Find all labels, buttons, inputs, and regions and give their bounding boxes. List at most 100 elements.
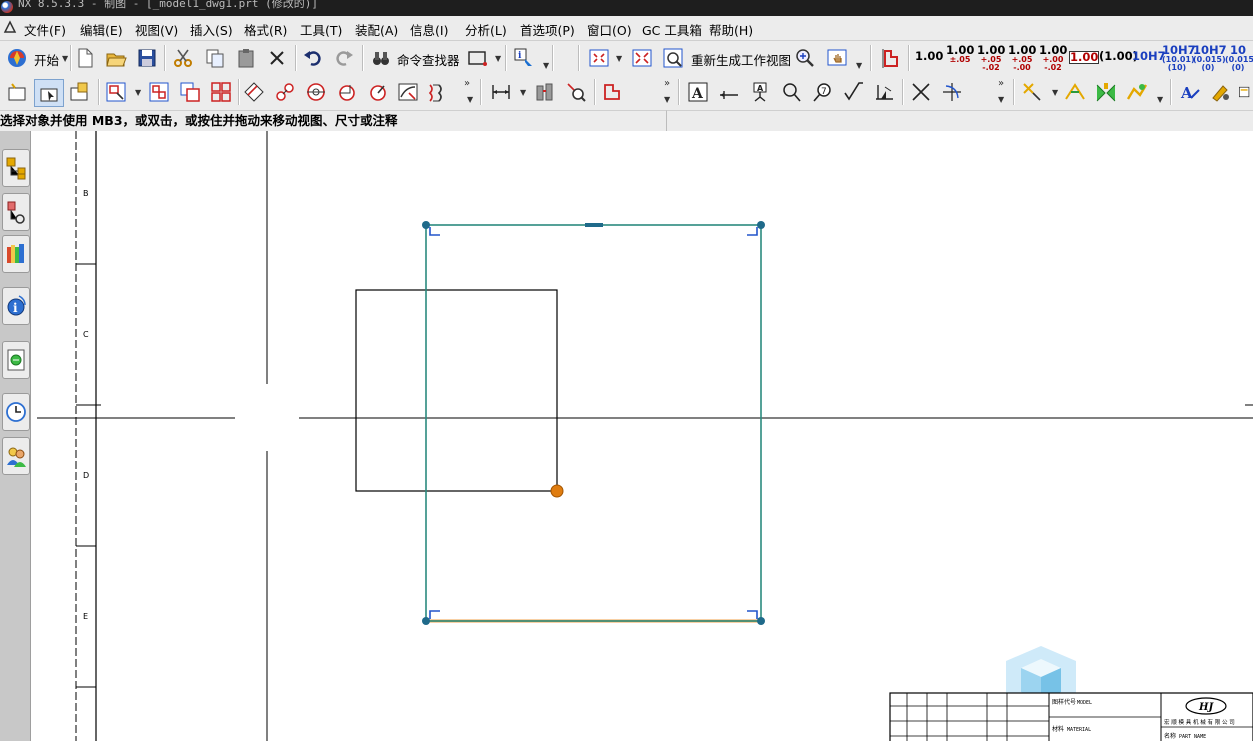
drawing-canvas[interactable]: B C D E 图样代号 MODEL 材料 MATERIAL HJ 宏 顺 模 … (31, 131, 1253, 741)
start-icon[interactable] (5, 46, 29, 70)
tolerance-style-reference[interactable]: (1.00) (1099, 50, 1138, 62)
view-origin-point[interactable] (550, 484, 564, 498)
gc-tool-icon-4[interactable] (1125, 80, 1149, 104)
fit-view-icon[interactable] (587, 46, 611, 70)
datum-feature-symbol-icon[interactable]: A (748, 80, 772, 104)
view-geometry-square[interactable] (355, 289, 558, 492)
tolerance-style-fit-deviation[interactable]: 10H7 (0.015) (0) (1193, 44, 1227, 72)
menu-analysis[interactable]: 分析(L) (465, 20, 507, 39)
toolbar-options-dropdown-icon-2[interactable]: ▼ (664, 95, 670, 104)
gc-tool-icon-2[interactable] (1063, 80, 1087, 104)
command-finder-button[interactable]: 命令查找器 (397, 50, 460, 69)
menu-preferences[interactable]: 首选项(P) (520, 20, 575, 39)
open-sheet-icon[interactable] (34, 79, 64, 107)
delete-icon[interactable] (265, 46, 289, 70)
toolbar-overflow-icon-2[interactable]: » (664, 78, 670, 89)
ordinate-dimension-icon[interactable] (600, 80, 624, 104)
menu-window[interactable]: 窗口(O) (587, 20, 632, 39)
menu-information[interactable]: 信息(I) (410, 20, 448, 39)
zoom-in-out-icon[interactable] (793, 46, 817, 70)
toolbar-options-dropdown-icon[interactable]: ▼ (467, 95, 473, 104)
note-icon[interactable]: A (686, 80, 710, 104)
id-symbol-icon[interactable]: 7 (810, 80, 834, 104)
tolerance-style-symmetric[interactable]: 1.00 ±.05 (946, 44, 974, 64)
tolerance-style-none[interactable]: 1.00 (915, 50, 943, 62)
pan-view-icon[interactable] (825, 46, 849, 70)
revolved-section-icon[interactable] (304, 80, 328, 104)
tolerance-style-bilateral[interactable]: 1.00 +.05 -.02 (977, 44, 1005, 72)
half-section-icon[interactable] (273, 80, 297, 104)
redo-icon[interactable] (332, 46, 356, 70)
tolerance-style-fit-limits[interactable]: 10H7 (10.01) (10) (1162, 44, 1196, 72)
fit-view-dropdown-icon[interactable]: ▼ (616, 54, 622, 63)
menu-help[interactable]: 帮助(H) (709, 20, 753, 39)
centerline-cross-icon[interactable] (909, 80, 933, 104)
tolerance-style-fit[interactable]: 10H7 (1132, 50, 1166, 62)
pan-dropdown-icon[interactable]: ▼ (856, 61, 862, 70)
new-file-icon[interactable] (73, 46, 97, 70)
start-button[interactable]: 开始 (34, 50, 59, 69)
menu-tools[interactable]: 工具(T) (300, 20, 342, 39)
projected-view-icon[interactable] (178, 80, 202, 104)
drawing-view-icon[interactable] (147, 80, 171, 104)
tolerance-style-basic[interactable]: 1.00 (1069, 51, 1099, 64)
tolerance-style-unilateral-lower[interactable]: 1.00 +.00 -.02 (1039, 44, 1067, 72)
start-dropdown-icon[interactable]: ▼ (62, 54, 68, 63)
binoculars-icon[interactable] (369, 46, 393, 70)
menu-edit[interactable]: 编辑(E) (80, 20, 123, 39)
toolbar-overflow-icon-3[interactable]: » (998, 78, 1004, 89)
update-view-icon[interactable] (661, 46, 685, 70)
inherit-dimension-icon[interactable] (564, 80, 588, 104)
copy-icon[interactable] (203, 46, 227, 70)
information-object-icon[interactable]: i (512, 46, 536, 70)
view-selection-border[interactable] (425, 224, 762, 622)
gc-tool-dropdown-icon[interactable]: ▼ (1052, 88, 1058, 97)
edit-dimension-icon[interactable] (533, 80, 557, 104)
weld-symbol-icon[interactable] (872, 80, 896, 104)
bolt-circle-centerline-icon[interactable] (940, 80, 964, 104)
paste-icon[interactable] (234, 46, 258, 70)
view-corner-handle[interactable] (422, 617, 430, 625)
pictorial-section-icon[interactable] (366, 80, 390, 104)
view-corner-handle[interactable] (757, 617, 765, 625)
open-file-icon[interactable] (104, 46, 128, 70)
detail-view-icon[interactable] (209, 80, 233, 104)
menu-insert[interactable]: 插入(S) (190, 20, 233, 39)
nx-menu-icon[interactable] (2, 19, 18, 35)
display-sheet-icon[interactable] (67, 80, 91, 104)
base-view-dropdown-icon[interactable]: ▼ (135, 88, 141, 97)
feature-control-frame-icon[interactable] (717, 80, 741, 104)
view-corner-handle[interactable] (757, 221, 765, 229)
edit-annotation-icon[interactable] (1209, 80, 1233, 104)
drafting-frame-icon[interactable] (879, 46, 903, 70)
more-annotation-icon[interactable] (1238, 80, 1253, 104)
section-view-icon[interactable] (242, 80, 266, 104)
resource-roles-tab[interactable] (2, 437, 30, 475)
resource-constraint-navigator-tab[interactable] (2, 193, 30, 231)
cut-icon[interactable] (171, 46, 195, 70)
gc-tool-dropdown-icon-2[interactable]: ▼ (1157, 95, 1163, 104)
break-out-section-icon[interactable] (396, 80, 420, 104)
menu-gc-toolbox[interactable]: GC 工具箱 (642, 20, 702, 39)
information-dropdown-icon[interactable]: ▼ (543, 61, 549, 70)
resource-web-browser-tab[interactable] (2, 341, 30, 379)
new-sheet-icon[interactable] (5, 80, 29, 104)
menu-file[interactable]: 文件(F) (24, 20, 66, 39)
resource-reuse-library-tab[interactable] (2, 235, 30, 273)
dimension-dropdown-icon[interactable]: ▼ (520, 88, 526, 97)
undo-icon[interactable] (301, 46, 325, 70)
base-view-icon[interactable] (104, 80, 128, 104)
menu-assemblies[interactable]: 装配(A) (355, 20, 398, 39)
gc-tool-icon-1[interactable] (1020, 80, 1044, 104)
zoom-fit-all-icon[interactable] (630, 46, 654, 70)
view-move-handle[interactable] (585, 223, 603, 227)
resource-assembly-navigator-tab[interactable] (2, 149, 30, 187)
toolbar-overflow-icon[interactable]: » (464, 78, 470, 89)
menu-format[interactable]: 格式(R) (244, 20, 287, 39)
gc-tool-icon-3[interactable] (1094, 80, 1118, 104)
save-icon[interactable] (135, 46, 159, 70)
broken-view-icon[interactable] (426, 80, 450, 104)
update-views-button[interactable]: 重新生成工作视图 (691, 50, 791, 69)
selection-dropdown-icon[interactable]: ▼ (495, 54, 501, 63)
resource-information-tab[interactable]: i (2, 287, 30, 325)
